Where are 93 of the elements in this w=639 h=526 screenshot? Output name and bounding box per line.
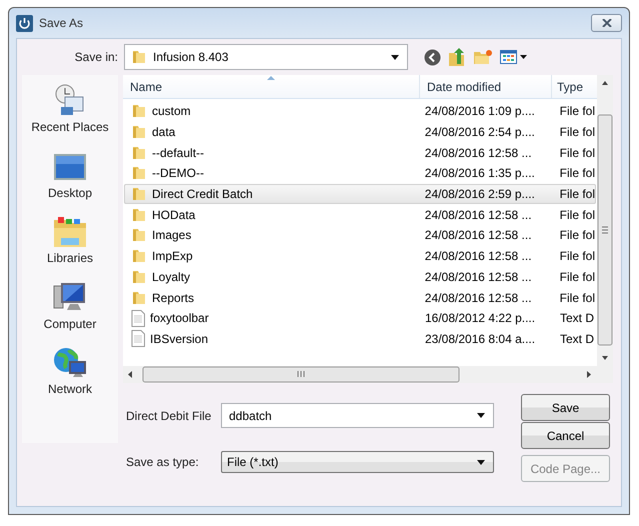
close-button[interactable]: [591, 14, 622, 32]
caret-icon: [391, 54, 399, 60]
place-label[interactable]: Network: [48, 382, 92, 396]
place-label[interactable]: Computer: [44, 316, 96, 330]
file-name: data: [152, 125, 176, 140]
date-modified: 24/08/2016 12:58 ...: [424, 249, 533, 264]
power-icon: [16, 14, 33, 32]
document-icon: [131, 310, 145, 327]
desktop-icon: [53, 152, 87, 182]
file-type: Text D: [559, 332, 594, 346]
date-modified: 24/08/2016 2:54 p....: [424, 125, 536, 140]
file-name-label: Direct Debit File: [125, 408, 212, 422]
file-name: Direct Credit Batch: [152, 187, 253, 202]
folder-icon: [131, 248, 147, 264]
dialog-button[interactable]: Cancel: [521, 422, 610, 449]
file-row[interactable]: Direct Credit Batch 24/08/2016 2:59 p.... File fol: [124, 184, 596, 204]
view-menu-icon[interactable]: [500, 49, 528, 65]
file-type: File fol: [558, 228, 595, 242]
date-modified: 24/08/2016 1:35 p....: [424, 166, 536, 180]
file-type: File fol: [558, 125, 595, 140]
folder-icon: [131, 186, 147, 202]
document-icon: [131, 330, 145, 348]
folder-icon: [131, 103, 147, 120]
folder-icon: [131, 144, 147, 161]
file-row[interactable]: Reports 24/08/2016 12:58 ... File fol: [124, 287, 596, 308]
column-header[interactable]: Type: [552, 75, 597, 98]
dialog-button[interactable]: Save: [521, 394, 610, 421]
date-modified: 24/08/2016 2:59 p....: [424, 187, 536, 202]
file-name: Images: [152, 228, 192, 242]
file-row[interactable]: data 24/08/2016 2:54 p.... File fol: [124, 122, 596, 142]
column-header[interactable]: Date modified: [420, 75, 552, 98]
horizontal-scrollbar[interactable]: [123, 366, 597, 383]
libraries-icon: [53, 216, 87, 248]
save-in-label: Save in:: [74, 50, 118, 64]
folder-icon: [131, 227, 147, 244]
file-name: HOData: [152, 208, 196, 222]
date-modified: 24/08/2016 12:58 ...: [424, 270, 533, 284]
close-icon: [602, 19, 612, 27]
file-type: File fol: [558, 290, 595, 305]
save-as-type-label: Save as type:: [125, 455, 200, 469]
column-header[interactable]: Name: [123, 75, 420, 98]
date-modified: 23/08/2016 8:04 a....: [424, 332, 536, 346]
window-title: Save As: [39, 16, 84, 30]
file-row[interactable]: IBSversion 23/08/2016 8:04 a.... Text D: [124, 328, 596, 350]
caret-icon: [477, 460, 485, 464]
file-type: File fol: [558, 208, 595, 222]
file-type: File fol: [558, 104, 595, 118]
file-row[interactable]: --DEMO-- 24/08/2016 1:35 p.... File fol: [124, 163, 596, 184]
new-folder-icon[interactable]: [473, 49, 493, 65]
date-modified: 24/08/2016 12:58 ...: [424, 290, 533, 305]
date-modified: 24/08/2016 12:58 ...: [424, 208, 533, 222]
file-name: Loyalty: [152, 270, 190, 284]
date-modified: 24/08/2016 12:58 ...: [424, 228, 533, 242]
file-row[interactable]: HOData 24/08/2016 12:58 ... File fol: [124, 204, 596, 226]
folder-icon: [131, 165, 147, 182]
folder-dropdown[interactable]: Infusion 8.403: [124, 44, 408, 70]
vertical-scrollbar[interactable]: [597, 75, 613, 366]
file-type: File fol: [558, 187, 595, 202]
folder-icon: [131, 206, 147, 223]
file-row[interactable]: Images 24/08/2016 12:58 ... File fol: [124, 225, 596, 246]
file-name: custom: [152, 104, 191, 118]
file-row[interactable]: ImpExp 24/08/2016 12:58 ... File fol: [124, 246, 596, 266]
date-modified: 24/08/2016 12:58 ...: [424, 146, 533, 160]
folder-icon: [131, 49, 147, 65]
file-row[interactable]: foxytoolbar 16/08/2012 4:22 p.... Text D: [124, 308, 596, 329]
folder-icon: [131, 290, 147, 306]
file-name: foxytoolbar: [150, 311, 209, 326]
file-type-dropdown[interactable]: File (*.txt): [221, 451, 494, 473]
place-label[interactable]: Libraries: [46, 251, 94, 265]
folder-up-icon[interactable]: [448, 47, 466, 67]
file-name: IBSversion: [150, 332, 208, 346]
file-name: --DEMO--: [152, 166, 204, 180]
file-type: File fol: [558, 270, 595, 284]
folder-icon: [131, 124, 147, 140]
place-label[interactable]: Recent Places: [31, 120, 109, 134]
file-type: Text D: [559, 311, 594, 326]
back-icon[interactable]: [424, 48, 441, 66]
file-name: Reports: [152, 290, 194, 305]
file-type: File fol: [558, 166, 595, 180]
place-label[interactable]: Desktop: [48, 186, 92, 200]
file-type: File fol: [558, 249, 595, 264]
file-row[interactable]: custom 24/08/2016 1:09 p.... File fol: [124, 101, 596, 122]
folder-icon: [131, 268, 147, 285]
file-row[interactable]: Loyalty 24/08/2016 12:58 ... File fol: [124, 266, 596, 288]
network-icon: [53, 347, 87, 379]
date-modified: 24/08/2016 1:09 p....: [424, 104, 536, 118]
caret-icon: [477, 413, 485, 418]
file-type: File fol: [558, 146, 595, 160]
file-name: ImpExp: [152, 249, 193, 264]
file-row[interactable]: --default-- 24/08/2016 12:58 ... File fol: [124, 142, 596, 164]
file-name: --default--: [152, 146, 204, 160]
file-name-field[interactable]: ddbatch: [221, 403, 494, 428]
date-modified: 16/08/2012 4:22 p....: [424, 311, 536, 326]
